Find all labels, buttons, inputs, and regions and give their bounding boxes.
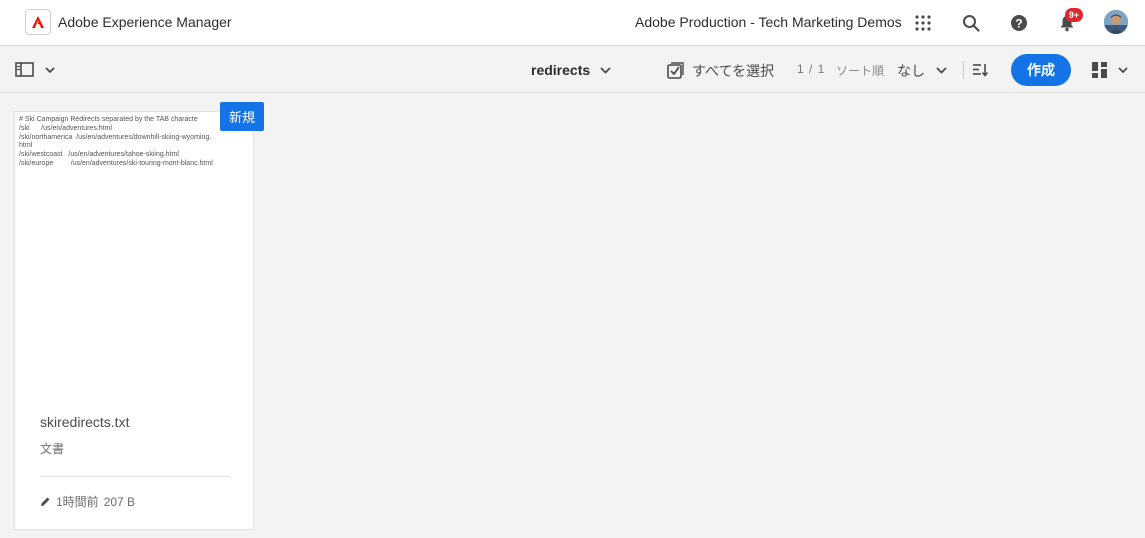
divider xyxy=(963,61,964,79)
sort-direction-icon[interactable] xyxy=(972,63,988,77)
card-view-icon xyxy=(1092,62,1107,78)
asset-card[interactable]: # Ski Campaign Redirects separated by th… xyxy=(14,111,254,530)
preview-line: # Ski Campaign Redirects separated by th… xyxy=(19,116,198,123)
preview-line: /ski/europe /us/en/adventures/ski-tourin… xyxy=(19,159,213,167)
asset-type: 文書 xyxy=(40,442,65,456)
modified-time: 1時間前 xyxy=(56,495,99,509)
apps-grid-icon[interactable] xyxy=(912,12,934,34)
avatar[interactable] xyxy=(1104,10,1128,34)
top-bar: Adobe Experience Manager Adobe Productio… xyxy=(0,0,1145,46)
preview-line: html xyxy=(19,142,33,150)
app-title[interactable]: Adobe Experience Manager xyxy=(58,14,232,30)
org-switcher[interactable]: Adobe Production - Tech Marketing Demos xyxy=(635,14,902,30)
divider xyxy=(40,476,230,477)
sidebar-panel-icon xyxy=(15,62,34,77)
chevron-down-icon xyxy=(45,67,55,74)
asset-meta: 1時間前 207 B xyxy=(40,493,135,510)
asset-title[interactable]: skiredirects.txt xyxy=(40,414,129,430)
pencil-icon xyxy=(41,497,50,506)
file-preview: # Ski Campaign Redirects separated by th… xyxy=(15,112,253,392)
chevron-down-icon[interactable] xyxy=(600,66,611,74)
select-all-checkbox[interactable] xyxy=(667,62,684,79)
item-count: 1 / 1 xyxy=(797,62,826,76)
chevron-down-icon[interactable] xyxy=(936,66,947,74)
preview-line: /ski /us/en/adventures.html xyxy=(19,124,112,132)
folder-path-label[interactable]: redirects xyxy=(531,62,590,78)
sort-select[interactable]: なし xyxy=(897,61,925,81)
help-icon[interactable]: ? xyxy=(1008,12,1030,34)
search-icon[interactable] xyxy=(960,12,982,34)
file-size: 207 B xyxy=(103,494,136,509)
select-all-label[interactable]: すべてを選択 xyxy=(692,61,774,81)
create-button[interactable]: 作成 xyxy=(1011,54,1071,86)
new-badge: 新規 xyxy=(220,102,264,131)
preview-line: /ski/westcoast /us/en/adventures/tahoe-s… xyxy=(19,151,179,159)
checkbox-icon xyxy=(667,62,684,79)
adobe-logo-icon[interactable] xyxy=(25,9,51,35)
view-switcher[interactable] xyxy=(1092,62,1128,78)
svg-text:?: ? xyxy=(1015,17,1022,31)
action-bar: redirects すべてを選択 1 / 1 ソート順 なし 作成 xyxy=(0,47,1145,93)
notification-badge: 9+ xyxy=(1065,8,1083,22)
rail-toggle-button[interactable] xyxy=(15,62,55,78)
sort-label: ソート順 xyxy=(836,64,885,78)
chevron-down-icon xyxy=(1118,67,1128,74)
preview-line: /ski/northamerica /us/en/adventures/down… xyxy=(19,133,212,141)
